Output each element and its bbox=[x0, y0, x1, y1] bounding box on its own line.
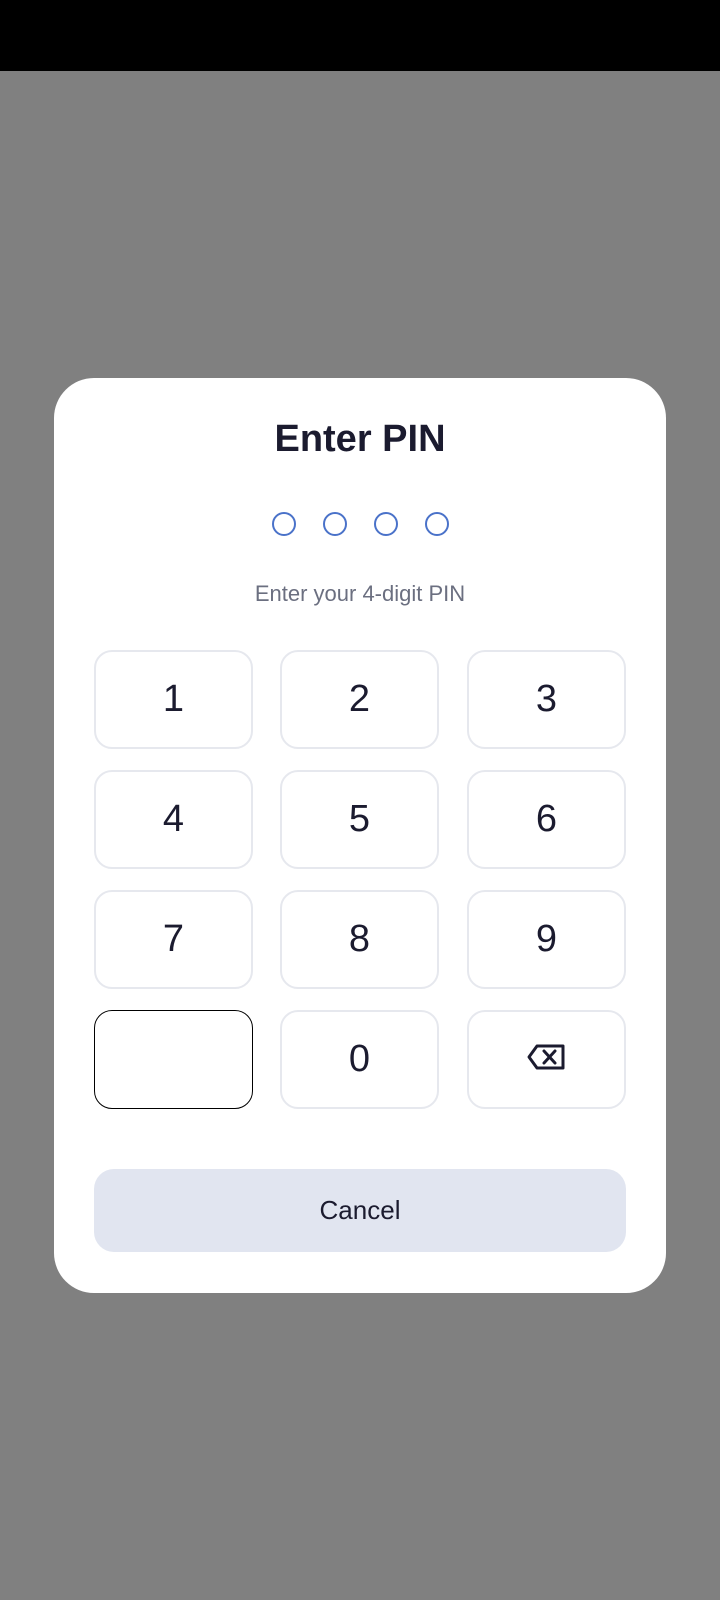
key-3[interactable]: 3 bbox=[467, 650, 626, 749]
status-bar bbox=[0, 0, 720, 71]
pin-dot bbox=[271, 512, 296, 536]
key-8[interactable]: 8 bbox=[280, 890, 439, 989]
key-7[interactable]: 7 bbox=[94, 890, 253, 989]
dialog-title: Enter PIN bbox=[274, 418, 446, 460]
pin-dot bbox=[424, 512, 449, 536]
key-6[interactable]: 6 bbox=[467, 770, 626, 869]
cancel-button[interactable]: Cancel bbox=[94, 1169, 626, 1252]
backspace-icon bbox=[527, 1038, 567, 1081]
backspace-button[interactable] bbox=[467, 1010, 626, 1109]
pin-dot bbox=[322, 512, 347, 536]
key-1[interactable]: 1 bbox=[94, 650, 253, 749]
key-2[interactable]: 2 bbox=[280, 650, 439, 749]
pin-dot bbox=[373, 512, 398, 536]
pin-hint: Enter your 4-digit PIN bbox=[254, 581, 466, 606]
pin-indicator bbox=[54, 512, 666, 536]
key-4[interactable]: 4 bbox=[94, 770, 253, 869]
key-empty[interactable] bbox=[94, 1010, 253, 1109]
key-9[interactable]: 9 bbox=[467, 890, 626, 989]
key-5[interactable]: 5 bbox=[280, 770, 439, 869]
key-0[interactable]: 0 bbox=[280, 1010, 439, 1109]
pin-dialog: Enter PIN Enter your 4-digit PIN 1 2 3 4… bbox=[54, 378, 666, 1293]
